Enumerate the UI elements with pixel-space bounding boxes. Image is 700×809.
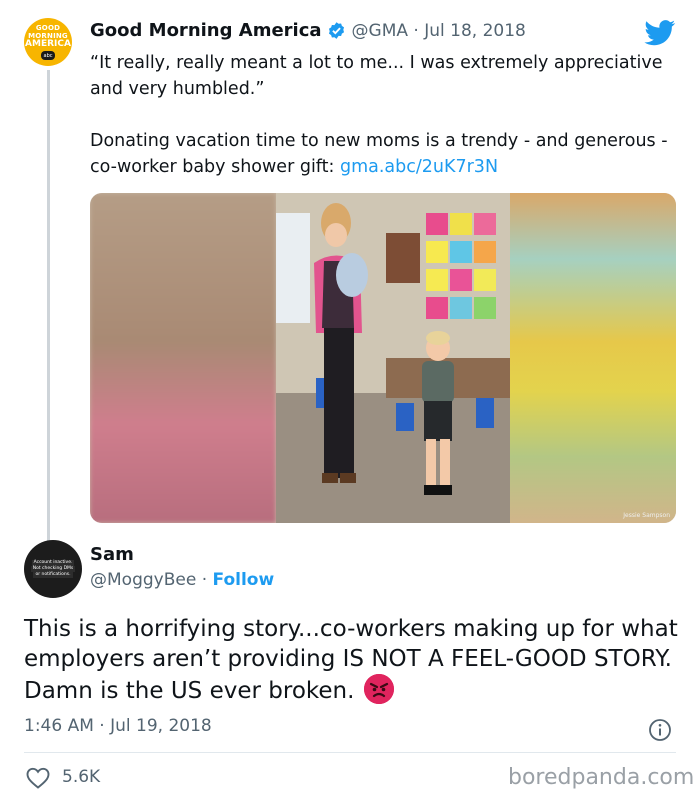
quoted-paragraph-quote: “It really, really meant a lot to me... … — [90, 53, 663, 99]
tweet-timestamp[interactable]: 1:46 AM · Jul 19, 2018 — [24, 716, 212, 736]
gma-avatar[interactable]: GOOD MORNING AMERICA abc — [24, 18, 72, 66]
thread-connector-line — [47, 70, 50, 542]
quoted-tweet-header: Good Morning America @GMA · Jul 18, 2018 — [90, 20, 526, 41]
twitter-bird-icon[interactable] — [644, 20, 676, 46]
author-handle-row: @MoggyBee · Follow — [90, 570, 274, 590]
verified-badge-icon — [327, 21, 346, 40]
photo-credit: Jessie Sampson — [623, 512, 670, 519]
article-link[interactable]: gma.abc/2uK7r3N — [340, 157, 498, 177]
avatar-text-line: GOOD — [35, 24, 61, 32]
divider — [24, 752, 676, 753]
tweet-photo[interactable]: Jessie Sampson — [90, 193, 676, 523]
follow-button[interactable]: Follow — [213, 570, 275, 590]
quoted-author-name[interactable]: Good Morning America — [90, 20, 322, 41]
quoted-handle-date[interactable]: @GMA · Jul 18, 2018 — [352, 21, 526, 41]
photo-blurred-left — [90, 193, 276, 523]
sam-avatar[interactable]: Account inactive. Not checking DMs or no… — [24, 540, 82, 598]
photo-center — [276, 193, 510, 523]
watermark: boredpanda.com — [508, 765, 695, 790]
tweet-body: This is a horrifying story...co-workers … — [24, 614, 684, 706]
avatar-text-line: AMERICA — [25, 39, 71, 49]
author-name[interactable]: Sam — [90, 544, 134, 565]
quoted-paragraph-body: Donating vacation time to new moms is a … — [90, 128, 680, 180]
separator: · — [196, 570, 213, 590]
like-count[interactable]: 5.6K — [62, 767, 100, 787]
angry-face-icon — [363, 674, 394, 704]
info-icon[interactable] — [648, 718, 672, 742]
tweet-text: This is a horrifying story...co-workers … — [24, 616, 678, 704]
abc-logo: abc — [41, 51, 55, 60]
quoted-tweet-text: “It really, really meant a lot to me... … — [90, 50, 680, 180]
author-handle[interactable]: @MoggyBee — [90, 570, 196, 590]
avatar-text-line: or notifications. — [33, 572, 73, 578]
photo-blurred-right — [510, 193, 676, 523]
heart-icon[interactable] — [26, 767, 50, 789]
